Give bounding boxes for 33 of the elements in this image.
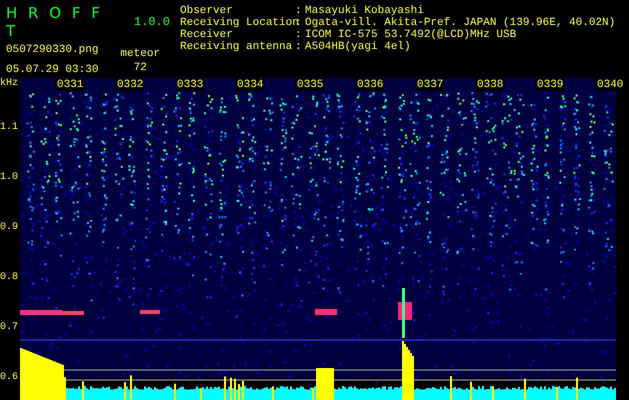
frequency-label: 0.7 <box>0 322 20 334</box>
axis-unit: kHz <box>0 78 20 90</box>
frequency-label: 0.6 <box>0 372 20 384</box>
info-separator: : <box>295 5 303 17</box>
info-label: Observer <box>180 5 234 17</box>
time-label: 0331 <box>56 79 84 91</box>
time-label: 0335 <box>296 79 324 91</box>
time-label: 0339 <box>536 79 564 91</box>
info-label: Receiver <box>180 29 234 41</box>
info-value: Masayuki Kobayashi <box>305 5 424 17</box>
frequency-label: 1.0 <box>0 172 20 184</box>
datetime-label: 05.07.29 03:30 <box>6 64 98 76</box>
time-label: 0337 <box>416 79 444 91</box>
time-label: 0338 <box>476 79 504 91</box>
meteor-count: 72 <box>134 62 147 74</box>
version-label: 1.0.0 <box>134 15 170 29</box>
info-value: A504HB(yagi 4el) <box>305 41 411 53</box>
meteor-label: meteor <box>120 48 160 60</box>
info-label: Receiving antenna <box>180 41 294 53</box>
time-label: 0334 <box>236 79 264 91</box>
time-label: 0340 <box>596 79 624 91</box>
time-label: 0336 <box>356 79 384 91</box>
frequency-label: 0.8 <box>0 272 20 284</box>
frequency-label: 1.1 <box>0 122 20 134</box>
time-label: 0333 <box>176 79 204 91</box>
app-title: H R O F F T <box>6 4 104 40</box>
info-separator: : <box>295 29 303 41</box>
time-label: 0332 <box>116 79 144 91</box>
frequency-label: 0.9 <box>0 222 20 234</box>
filename-label: 0507290330.png <box>6 44 98 56</box>
info-value: ICOM IC-575 53.7492(@LCD)MHz USB <box>305 29 516 41</box>
info-value: Ogata-vill. Akita-Pref. JAPAN (139.96E, 40.02N) <box>305 17 616 29</box>
info-separator: : <box>295 41 303 53</box>
